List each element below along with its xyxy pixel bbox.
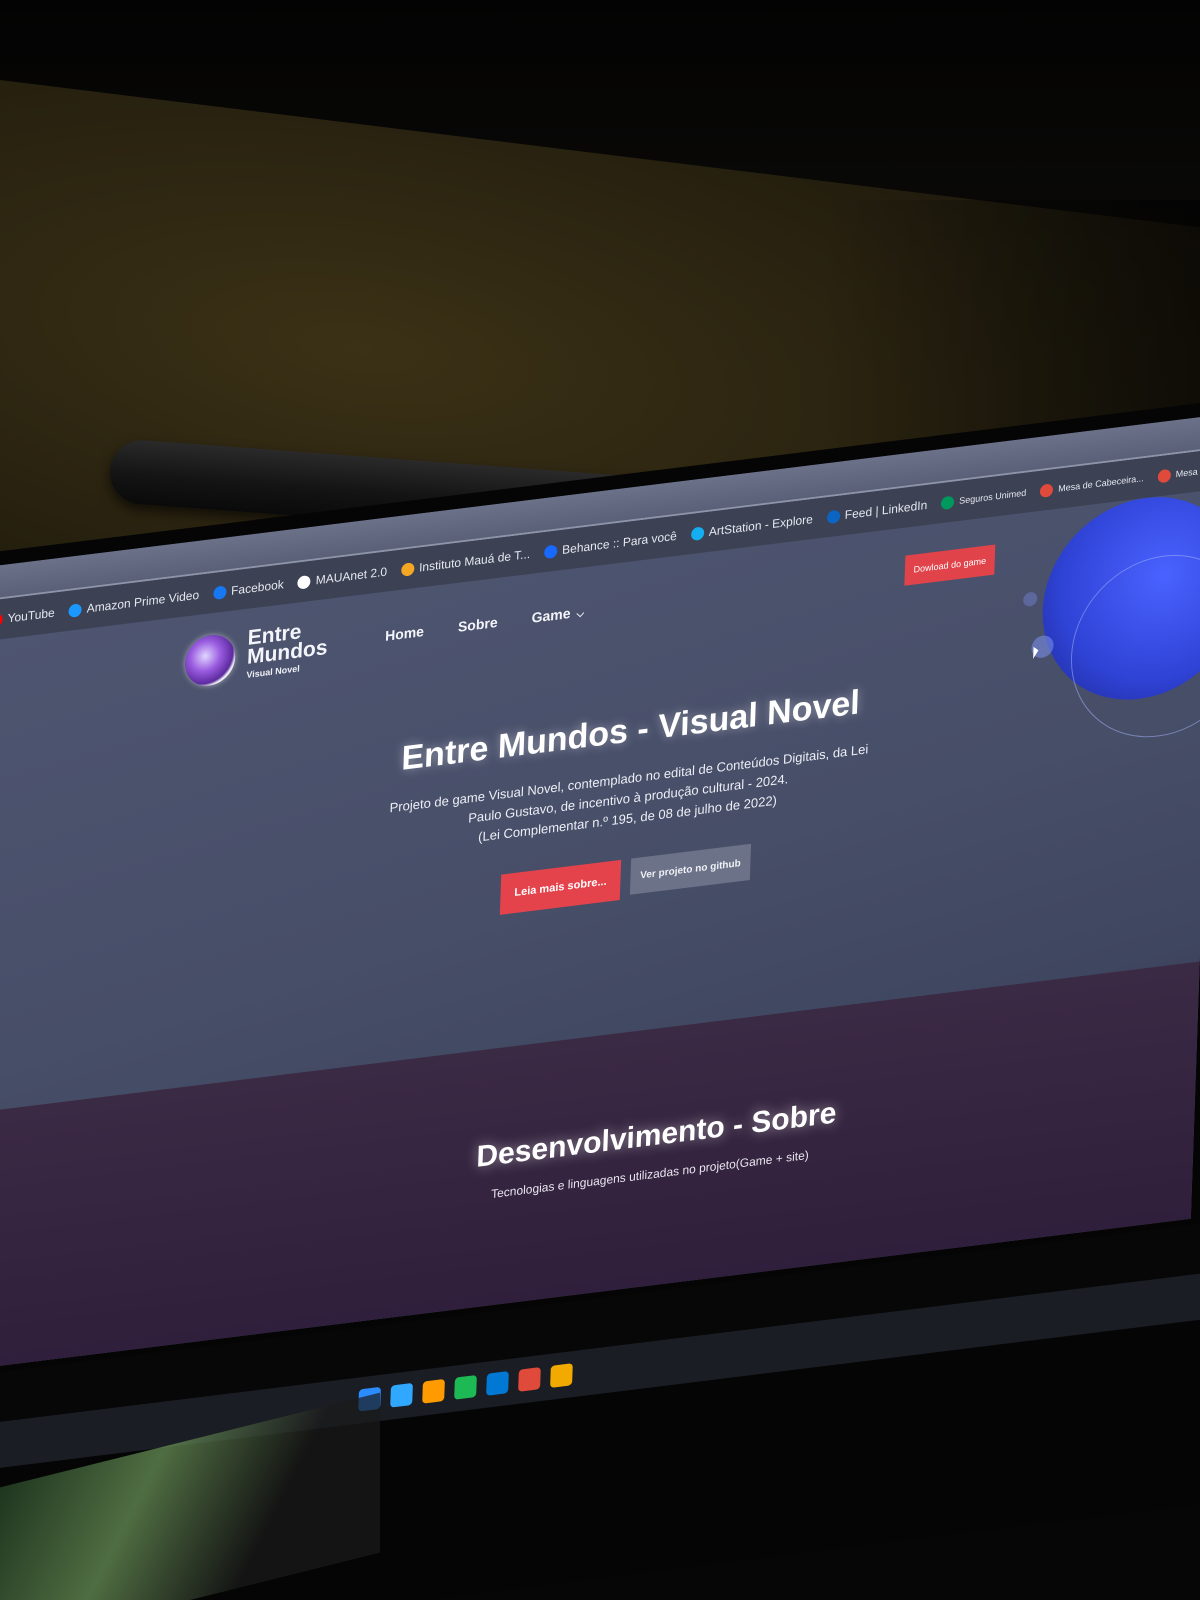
chevron-down-icon: ⌵	[576, 608, 585, 621]
logo-icon[interactable]	[184, 632, 236, 689]
facebook-icon	[212, 584, 227, 600]
bookmark-item[interactable]: Instituto Mauá de T...	[400, 546, 531, 577]
bookmark-item[interactable]: Amazon Prime Video	[68, 588, 199, 618]
bookmark-icon	[1040, 482, 1054, 498]
monitor: YouTube Amazon Prime Video Facebook MAUAnet…	[0, 392, 1200, 1600]
bookmark-item[interactable]: Behance :: Para você	[543, 528, 678, 559]
download-game-button[interactable]: Dowload do game	[904, 544, 996, 586]
mouse-cursor-icon	[1033, 646, 1039, 659]
bookmark-item[interactable]: Seguros Unimed	[941, 486, 1026, 510]
bookmark-label: Feed | LinkedIn	[844, 497, 928, 523]
bookmark-item[interactable]: Feed | LinkedIn	[826, 497, 928, 524]
nav-link-game[interactable]: Game ⌵	[531, 603, 584, 626]
hero-section: Entre Mundos - Visual Novel Projeto de g…	[385, 682, 871, 929]
nav-link-game-label: Game	[531, 604, 571, 626]
bookmark-item[interactable]: Mesa de Cabeceira...	[1040, 472, 1144, 498]
nav-link-home[interactable]: Home	[385, 623, 424, 644]
prime-video-icon	[68, 602, 82, 618]
bookmark-item[interactable]: Mesa de Cabeceira...	[1157, 457, 1200, 483]
linkedin-icon	[826, 509, 841, 524]
bookmark-icon	[1157, 468, 1171, 483]
artstation-icon	[690, 525, 705, 541]
bookmark-item[interactable]: YouTube	[0, 606, 55, 628]
bookmark-label: Mesa de Cabeceira...	[1058, 473, 1144, 494]
spotify-icon[interactable]	[454, 1374, 477, 1400]
unimed-icon	[941, 494, 955, 510]
bookmark-label: Mesa de Cabeceira...	[1175, 459, 1200, 480]
nav-links: Home Sobre Game ⌵	[385, 603, 585, 644]
bookmark-label: Seguros Unimed	[959, 487, 1027, 506]
bookmark-label: Facebook	[230, 577, 285, 598]
app-icon[interactable]	[518, 1367, 541, 1392]
bookmark-item[interactable]: Facebook	[212, 577, 285, 600]
bookmark-label: YouTube	[7, 605, 55, 626]
bookmark-label: ArtStation - Explore	[708, 511, 814, 539]
bookmark-item[interactable]: ArtStation - Explore	[690, 511, 814, 541]
github-button[interactable]: Ver projeto no github	[629, 843, 752, 895]
behance-icon	[543, 544, 558, 559]
browser-window: YouTube Amazon Prime Video Facebook MAUAnet…	[0, 414, 1200, 1372]
logo-text[interactable]: Entre Mundos Visual Novel	[246, 619, 328, 680]
illustrator-icon[interactable]	[422, 1378, 445, 1404]
app-icon[interactable]	[486, 1371, 509, 1396]
bookmark-label: Instituto Mauá de T...	[418, 546, 531, 575]
bookmark-label: Behance :: Para você	[561, 528, 678, 557]
read-more-button[interactable]: Leia mais sobre...	[499, 859, 622, 915]
instituto-maua-icon	[400, 561, 415, 577]
bookmark-label: MAUAnet 2.0	[315, 564, 388, 588]
app-icon[interactable]	[550, 1363, 573, 1388]
photo-scene: YouTube Amazon Prime Video Facebook MAUAnet…	[0, 0, 1200, 1600]
photoshop-icon[interactable]	[390, 1382, 413, 1408]
nav-link-sobre[interactable]: Sobre	[458, 614, 498, 635]
mauanet-icon	[297, 574, 312, 590]
youtube-icon	[0, 612, 3, 628]
bookmark-label: Amazon Prime Video	[86, 587, 200, 616]
web-page: Entre Mundos Visual Novel Home Sobre Gam…	[0, 485, 1200, 1372]
bookmark-item[interactable]: MAUAnet 2.0	[297, 564, 388, 590]
